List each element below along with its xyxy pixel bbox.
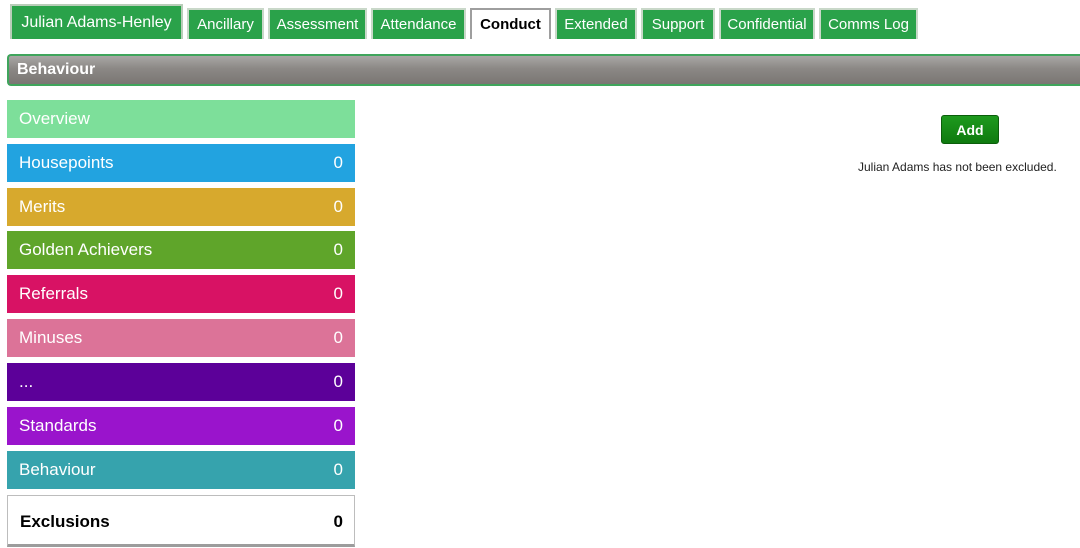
sidebar-item-count: 0 <box>333 416 343 435</box>
tab-student-name[interactable]: Julian Adams-Henley <box>10 4 183 39</box>
sidebar-item-golden-achievers[interactable]: Golden Achievers 0 <box>7 231 355 269</box>
sidebar-item-count: 0 <box>333 197 343 216</box>
sidebar-item-label: Minuses <box>19 328 83 347</box>
sidebar-item-label: ... <box>19 372 34 391</box>
tab-attendance[interactable]: Attendance <box>371 8 466 39</box>
sidebar-item-exclusions[interactable]: Exclusions 0 <box>7 495 355 547</box>
sidebar-item-label: Standards <box>19 416 97 435</box>
section-header: Behaviour <box>7 54 1080 86</box>
sidebar-item-label: Behaviour <box>19 460 96 479</box>
tab-confidential[interactable]: Confidential <box>719 8 815 39</box>
sidebar-item-count: 0 <box>333 153 343 172</box>
sidebar-item-count: 0 <box>333 240 343 259</box>
sidebar-item-label: Overview <box>19 109 90 128</box>
sidebar-item-label: Referrals <box>19 284 88 303</box>
add-exclusion-button[interactable]: Add <box>941 115 999 144</box>
tab-support[interactable]: Support <box>641 8 715 39</box>
tab-conduct[interactable]: Conduct <box>470 8 551 39</box>
sidebar-item-label: Merits <box>19 197 66 216</box>
sidebar-item-count: 0 <box>333 372 343 391</box>
sidebar-item-merits[interactable]: Merits 0 <box>7 188 355 226</box>
sidebar-item-count: 0 <box>333 460 343 479</box>
sidebar-item-housepoints[interactable]: Housepoints 0 <box>7 144 355 182</box>
sidebar-item-overview[interactable]: Overview <box>7 100 355 138</box>
sidebar-item-referrals[interactable]: Referrals 0 <box>7 275 355 313</box>
tab-assessment[interactable]: Assessment <box>268 8 367 39</box>
tab-extended[interactable]: Extended <box>555 8 637 39</box>
sidebar-item-label: Golden Achievers <box>19 240 153 259</box>
sidebar-item-label: Housepoints <box>19 153 114 172</box>
tab-comms-log[interactable]: Comms Log <box>819 8 918 39</box>
tab-bar: Julian Adams-Henley Ancillary Assessment… <box>0 0 1080 40</box>
sidebar-item-standards[interactable]: Standards 0 <box>7 407 355 445</box>
section-title: Behaviour <box>17 61 96 78</box>
exclusion-status-message: Julian Adams has not been excluded. <box>858 160 1057 174</box>
sidebar-item-count: 0 <box>333 512 343 531</box>
sidebar-item-behaviour[interactable]: Behaviour 0 <box>7 451 355 489</box>
sidebar-item-label: Exclusions <box>20 512 110 531</box>
sidebar-item-ellipsis[interactable]: ... 0 <box>7 363 355 401</box>
tab-ancillary[interactable]: Ancillary <box>187 8 264 39</box>
sidebar-item-minuses[interactable]: Minuses 0 <box>7 319 355 357</box>
sidebar-item-count: 0 <box>333 284 343 303</box>
sidebar-item-count: 0 <box>333 328 343 347</box>
